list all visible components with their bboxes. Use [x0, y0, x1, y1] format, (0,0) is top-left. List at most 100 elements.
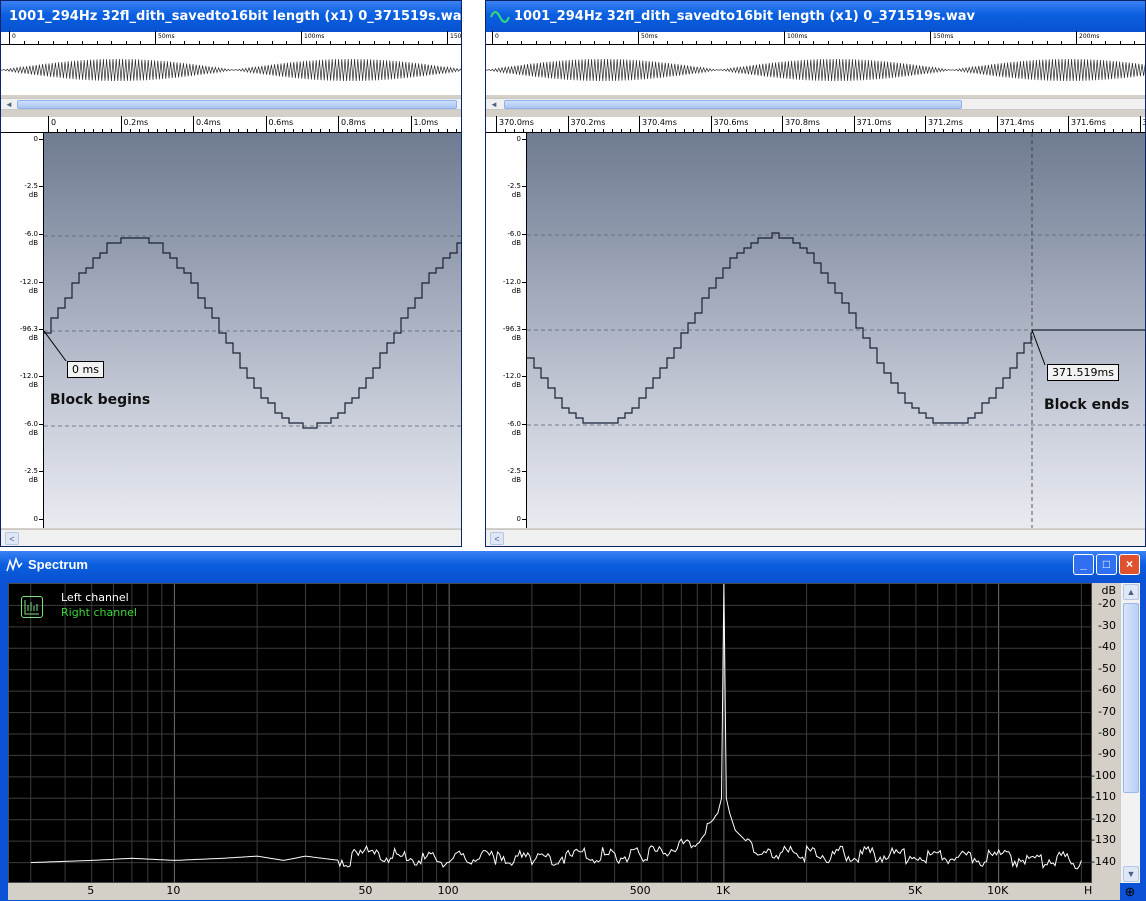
left-window-titlebar[interactable]: 1001_294Hz 32fl_dith_savedto16bit length…	[1, 1, 461, 32]
x-tick-label: 5	[87, 884, 95, 897]
right-db-axis: 0 -2.5 dB -6.0 dB -12.0 dB -96.3 dB -12.0 dB -6.0 dB…	[486, 133, 527, 528]
ruler-minor-tick	[531, 129, 533, 132]
ruler-minor-tick	[1005, 129, 1007, 132]
ruler-minor-tick	[647, 129, 649, 132]
zoom-icon[interactable]: ⊕	[1121, 883, 1139, 900]
db-unit: dB	[511, 381, 521, 389]
right-wave-area[interactable]	[527, 133, 1145, 528]
ruler-minor-tick	[871, 41, 873, 44]
maximize-button[interactable]: □	[1096, 554, 1117, 575]
overview-waveform-line	[1, 58, 461, 82]
ruler-tick	[1139, 116, 1141, 132]
y-tick-label: -130	[1091, 833, 1116, 847]
right-overview-scrollbar[interactable]: ◄	[486, 98, 1145, 110]
ruler-minor-tick	[808, 129, 810, 132]
ruler-minor-tick	[229, 129, 231, 132]
ruler-minor-tick	[701, 129, 703, 132]
ruler-label: 0.6ms	[268, 118, 294, 127]
y-tick-label: -80	[1098, 726, 1116, 739]
scroll-left-icon[interactable]: ◄	[488, 99, 500, 110]
waveform-line	[527, 232, 1032, 424]
ruler-tick	[567, 116, 569, 132]
ruler-minor-tick	[392, 129, 394, 132]
left-bottom-scrollbar[interactable]: <	[1, 529, 461, 546]
left-wave-area[interactable]	[44, 133, 461, 528]
left-overview-scrollbar[interactable]: ◄	[1, 98, 461, 110]
scroll-thumb[interactable]	[1123, 603, 1139, 793]
x-tick-label: 100	[437, 884, 459, 897]
ruler-tick	[410, 116, 412, 132]
ruler-minor-tick	[521, 41, 523, 44]
scroll-left-icon[interactable]: ◄	[3, 99, 15, 110]
ruler-minor-tick	[898, 129, 900, 132]
ruler-label: 0.4ms	[196, 118, 221, 127]
ruler-minor-tick	[907, 129, 909, 132]
ruler-minor-tick	[681, 41, 683, 44]
left-db-axis: 0 -2.5 dB -6.0 dB -12.0 dB -96.3 dB -12.0 dB -6.0 dB…	[1, 133, 44, 528]
y-tick-label: -40	[1098, 640, 1116, 654]
ruler-label: 1.0ms	[413, 118, 439, 127]
scroll-thumb[interactable]	[17, 100, 457, 109]
minimize-button[interactable]: _	[1073, 554, 1094, 575]
ruler-minor-tick	[286, 41, 288, 44]
spectrum-titlebar[interactable]: Spectrum _ □ ×	[0, 551, 1146, 578]
spectrum-vertical-scrollbar[interactable]: ▲ ▼	[1120, 583, 1140, 883]
ruler-minor-tick	[692, 129, 694, 132]
ruler-minor-tick	[38, 41, 40, 44]
ruler-label: 370.0ms	[499, 118, 534, 127]
db-unit: dB	[511, 239, 521, 247]
ruler-minor-tick	[1090, 41, 1092, 44]
ruler-minor-tick	[67, 41, 69, 44]
db-label: -2.5	[24, 182, 38, 190]
spectrum-legend-icon[interactable]	[21, 596, 43, 618]
db-label: 0	[33, 515, 38, 523]
ruler-minor-tick	[1023, 129, 1025, 132]
ruler-minor-tick	[621, 129, 623, 132]
ruler-label: 50ms	[641, 33, 658, 40]
db-label: -96.3	[19, 325, 38, 333]
ruler-minor-tick	[978, 129, 980, 132]
ruler-minor-tick	[844, 129, 846, 132]
ruler-minor-tick	[1017, 41, 1019, 44]
ruler-minor-tick	[388, 41, 390, 44]
ruler-minor-tick	[826, 129, 828, 132]
ruler-minor-tick	[283, 129, 285, 132]
ruler-minor-tick	[66, 129, 68, 132]
ruler-minor-tick	[728, 129, 730, 132]
y-tick-label: -30	[1098, 618, 1116, 632]
right-overview-ruler: 050ms100ms150ms200ms2	[486, 31, 1145, 45]
scroll-left-icon[interactable]: <	[5, 532, 19, 545]
legend-right-channel: Right channel	[61, 606, 137, 619]
ruler-minor-tick	[256, 129, 258, 132]
ruler-minor-tick	[403, 41, 405, 44]
ruler-minor-tick	[506, 41, 508, 44]
scroll-down-icon[interactable]: ▼	[1123, 866, 1139, 882]
scroll-left-icon[interactable]: <	[490, 532, 504, 545]
right-bottom-scrollbar[interactable]: <	[486, 529, 1145, 546]
ruler-tick	[925, 116, 926, 132]
spectrum-plot[interactable]: Left channel Right channel	[8, 583, 1093, 884]
scroll-up-icon[interactable]: ▲	[1123, 584, 1139, 600]
y-tick-label: -70	[1098, 704, 1116, 718]
db-unit: dB	[28, 239, 38, 247]
y-tick-label: -140	[1091, 854, 1116, 868]
ruler-minor-tick	[835, 129, 837, 132]
scroll-thumb[interactable]	[504, 100, 962, 109]
ruler-tick	[710, 116, 712, 132]
close-button[interactable]: ×	[1119, 554, 1140, 575]
ruler-minor-tick	[93, 129, 95, 132]
ruler-minor-tick	[1112, 129, 1114, 132]
ruler-minor-tick	[330, 41, 332, 44]
ruler-tick	[853, 116, 855, 132]
ruler-minor-tick	[933, 129, 935, 132]
right-window-titlebar[interactable]: 1001_294Hz 32fl_dith_savedto16bit length…	[486, 1, 1145, 32]
ruler-minor-tick	[746, 129, 748, 132]
left-overview-waveform[interactable]	[1, 45, 461, 95]
ruler-minor-tick	[401, 129, 403, 132]
y-unit-label: dB	[1101, 584, 1116, 597]
ruler-minor-tick	[900, 41, 902, 44]
ruler-minor-tick	[565, 41, 566, 44]
db-label: 0	[33, 135, 38, 143]
ruler-minor-tick	[886, 41, 888, 44]
right-overview-waveform[interactable]	[486, 45, 1145, 95]
